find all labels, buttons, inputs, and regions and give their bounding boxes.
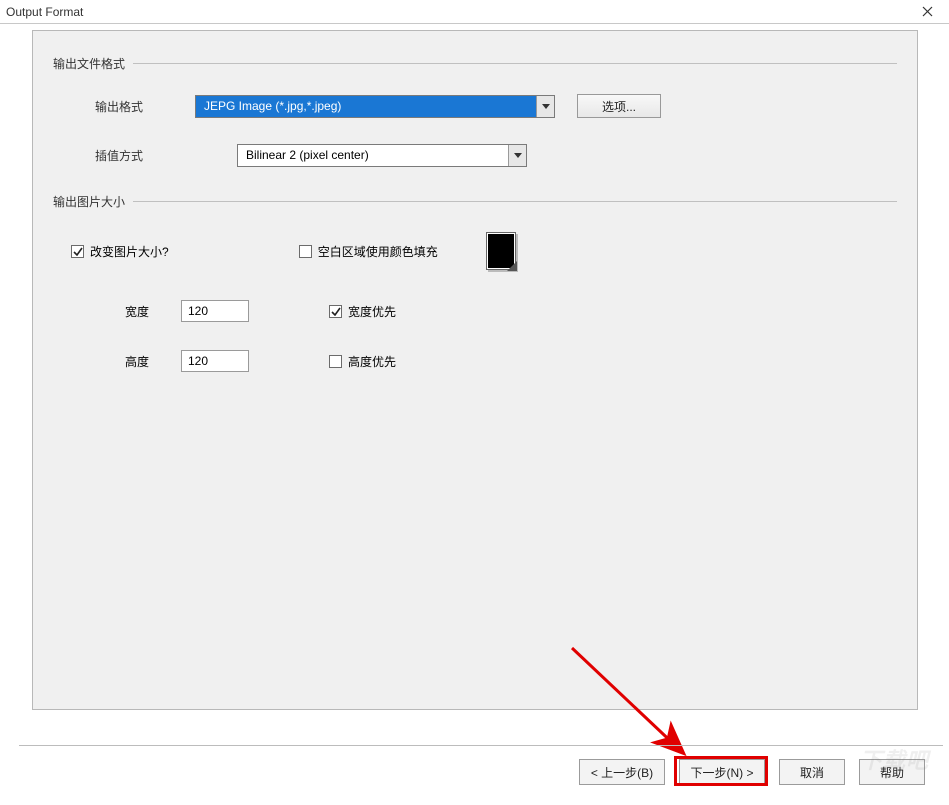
close-button[interactable] [911, 1, 943, 23]
divider-line [133, 63, 897, 64]
checkbox-icon [329, 355, 342, 368]
checkbox-fill-color[interactable]: 空白区域使用颜色填充 [299, 243, 438, 260]
group-title-format: 输出文件格式 [53, 55, 125, 72]
checkbox-icon [329, 305, 342, 318]
combo-output-format[interactable]: JEPG Image (*.jpg,*.jpeg) [195, 95, 555, 118]
content-panel: 输出文件格式 输出格式 JEPG Image (*.jpg,*.jpeg) 选项… [32, 30, 918, 710]
fill-color-swatch[interactable] [486, 232, 516, 270]
back-button[interactable]: < 上一步(B) [579, 759, 665, 785]
group-output-size: 输出图片大小 改变图片大小? 空白区域使用颜色填充 宽度 [53, 193, 897, 372]
combo-interpolation-text: Bilinear 2 (pixel center) [238, 145, 508, 166]
divider-line [19, 745, 943, 746]
row-output-format: 输出格式 JEPG Image (*.jpg,*.jpeg) 选项... [95, 94, 897, 118]
group-title-size: 输出图片大小 [53, 193, 125, 210]
checkbox-resize-label: 改变图片大小? [90, 243, 169, 260]
input-height[interactable] [181, 350, 249, 372]
label-width: 宽度 [125, 303, 181, 320]
label-interpolation: 插值方式 [95, 147, 195, 164]
title-bar: Output Format [0, 0, 949, 24]
chevron-down-icon [536, 96, 554, 117]
checkbox-icon [71, 245, 84, 258]
input-width[interactable] [181, 300, 249, 322]
wizard-button-row: < 上一步(B) 下一步(N) > 取消 帮助 [579, 759, 925, 785]
cancel-button[interactable]: 取消 [779, 759, 845, 785]
checkbox-width-priority[interactable]: 宽度优先 [329, 303, 396, 320]
window-title: Output Format [6, 5, 911, 19]
checkbox-width-priority-label: 宽度优先 [348, 303, 396, 320]
group-header-size: 输出图片大小 [53, 193, 897, 210]
label-output-format: 输出格式 [95, 98, 195, 115]
chevron-down-icon [508, 145, 526, 166]
checkbox-fill-label: 空白区域使用颜色填充 [318, 243, 438, 260]
combo-output-format-text: JEPG Image (*.jpg,*.jpeg) [196, 96, 536, 117]
checkbox-height-priority-label: 高度优先 [348, 353, 396, 370]
help-button[interactable]: 帮助 [859, 759, 925, 785]
label-height: 高度 [125, 353, 181, 370]
group-output-format: 输出文件格式 输出格式 JEPG Image (*.jpg,*.jpeg) 选项… [53, 55, 897, 167]
row-interpolation: 插值方式 Bilinear 2 (pixel center) [95, 144, 897, 167]
checkbox-resize[interactable]: 改变图片大小? [71, 243, 169, 260]
next-button[interactable]: 下一步(N) > [679, 759, 765, 785]
checkbox-height-priority[interactable]: 高度优先 [329, 353, 396, 370]
close-icon [922, 6, 933, 17]
divider-line [133, 201, 897, 202]
checkbox-icon [299, 245, 312, 258]
options-button[interactable]: 选项... [577, 94, 661, 118]
combo-interpolation[interactable]: Bilinear 2 (pixel center) [237, 144, 527, 167]
group-header-format: 输出文件格式 [53, 55, 897, 72]
